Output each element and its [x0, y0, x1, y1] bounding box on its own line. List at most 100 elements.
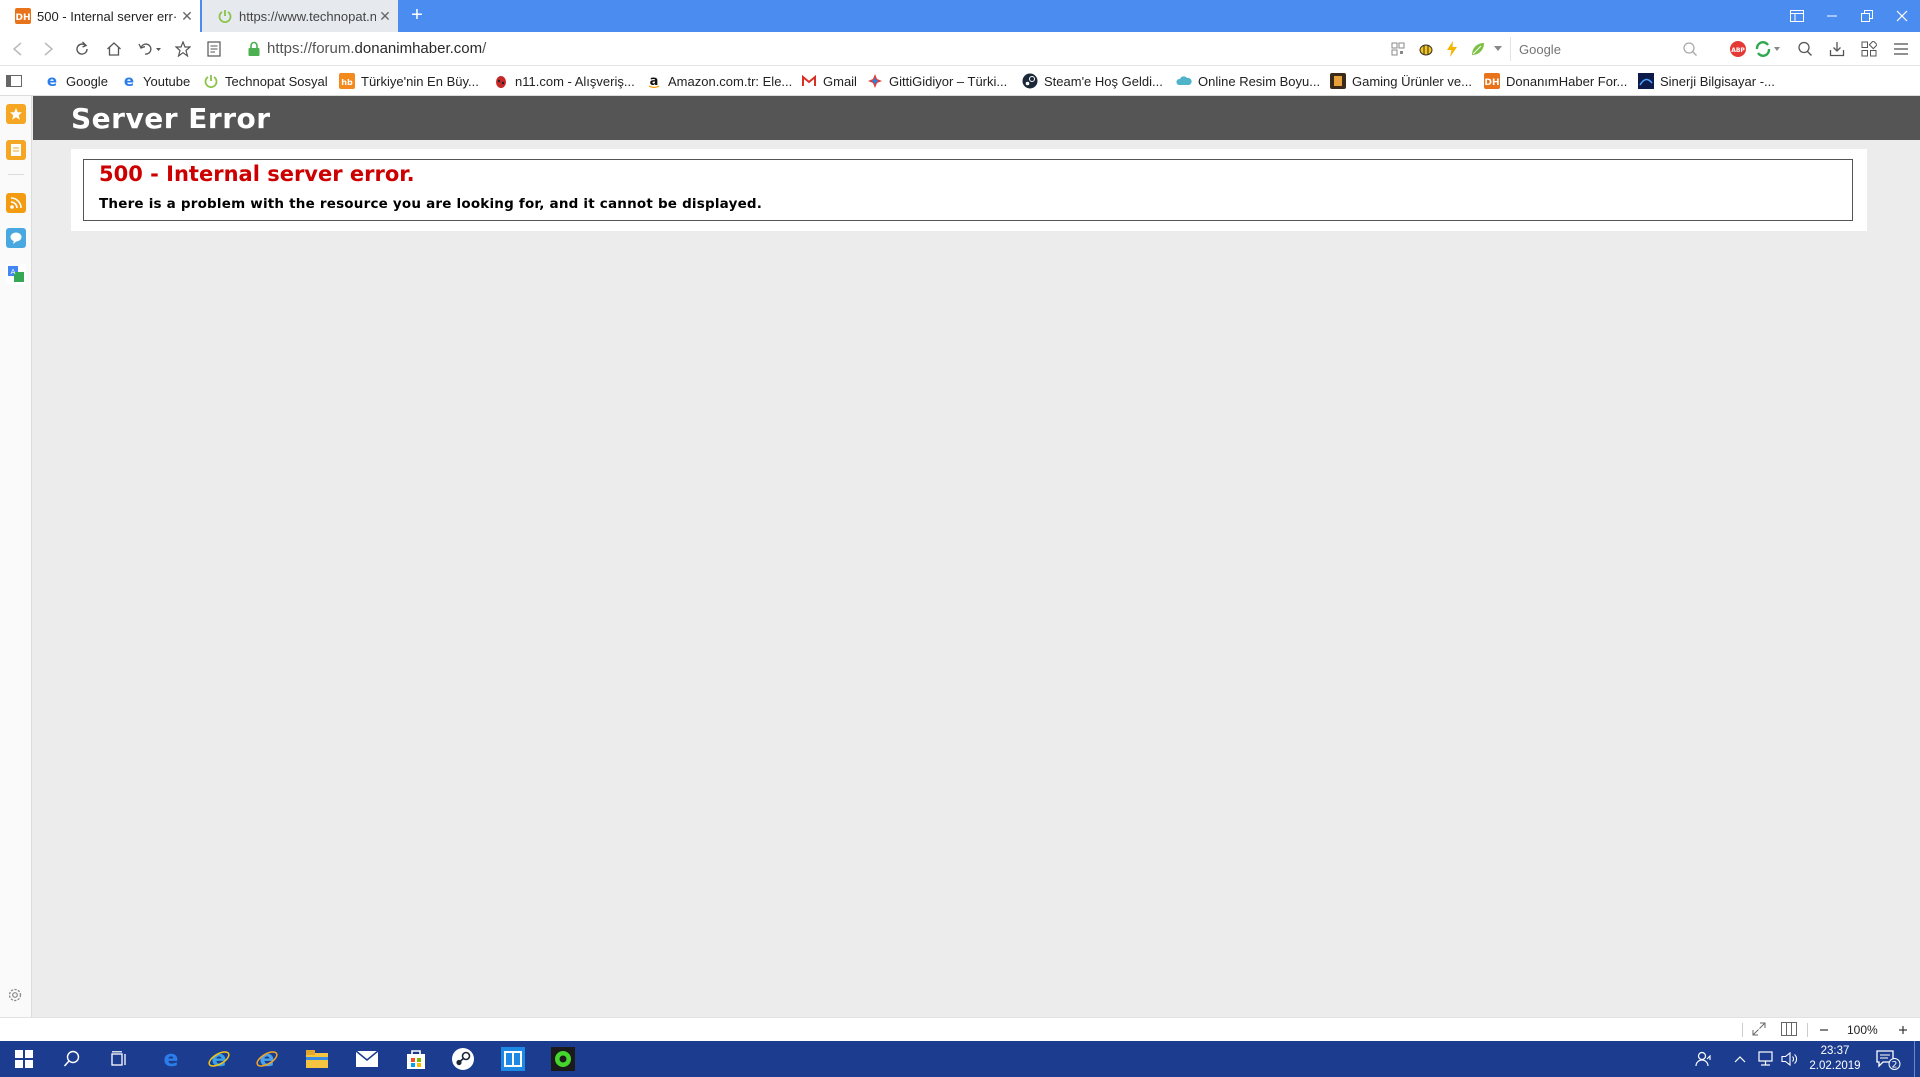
app-window-icon[interactable] — [489, 1041, 537, 1077]
people-icon[interactable] — [1680, 1041, 1728, 1077]
show-desktop-button[interactable] — [1914, 1041, 1915, 1077]
cloud-icon — [1176, 73, 1192, 89]
tab-inactive[interactable]: https://www.technopat.n· ✕ — [202, 0, 398, 32]
reload-button[interactable] — [70, 37, 94, 61]
bookmark-item[interactable]: e Youtube — [121, 72, 190, 90]
status-bar: 100% — [0, 1017, 1920, 1041]
address-bar-url[interactable]: https://forum.donanimhaber.com/ — [267, 40, 486, 57]
tab-active[interactable]: DH 500 - Internal server err· ✕ — [0, 0, 200, 32]
rss-icon[interactable] — [6, 193, 26, 213]
leaf-extension-icon[interactable] — [1466, 37, 1490, 61]
razer-icon[interactable] — [539, 1041, 587, 1077]
error-description: There is a problem with the resource you… — [99, 196, 763, 212]
search-input[interactable] — [1519, 39, 1679, 59]
sidebar-toggle-icon[interactable] — [1780, 0, 1814, 32]
network-icon[interactable] — [1752, 1041, 1778, 1077]
steam-icon — [1022, 73, 1038, 89]
reading-mode-button[interactable] — [202, 37, 226, 61]
chevron-up-icon[interactable] — [1730, 1041, 1750, 1077]
search-icon[interactable] — [48, 1041, 96, 1077]
system-clock[interactable]: 23:37 2.02.2019 — [1804, 1044, 1866, 1074]
sync-icon[interactable] — [1752, 37, 1784, 61]
bookmark-star-button[interactable] — [171, 37, 195, 61]
svg-text:e: e — [260, 1047, 275, 1071]
qr-code-icon[interactable] — [1386, 37, 1410, 61]
tab-close-icon[interactable]: ✕ — [376, 8, 394, 25]
file-explorer-icon[interactable] — [293, 1041, 341, 1077]
user-center-icon[interactable] — [1793, 37, 1817, 61]
svg-text:e: e — [212, 1047, 227, 1071]
close-window-icon[interactable] — [1885, 0, 1919, 32]
navigation-bar: https://forum.donanimhaber.com/ ABP — [0, 32, 1920, 66]
gaming-icon — [1330, 73, 1346, 89]
bookmark-item[interactable]: Technopat Sosyal — [203, 72, 328, 90]
bee-extension-icon[interactable] — [1414, 37, 1438, 61]
bookmark-label: Technopat Sosyal — [225, 73, 328, 89]
restore-icon[interactable] — [1850, 0, 1884, 32]
error-content-box: 500 - Internal server error. There is a … — [71, 149, 1867, 231]
bookmark-item[interactable]: n11.com - Alışveriş... — [493, 72, 635, 90]
gmail-icon — [801, 73, 817, 89]
bookmark-item[interactable]: Sinerji Bilgisayar -... — [1638, 72, 1775, 90]
bookmark-item[interactable]: DH DonanımHaber For... — [1484, 72, 1627, 90]
svg-text:DH: DH — [1484, 78, 1499, 88]
extensions-dropdown-icon[interactable] — [1490, 37, 1506, 61]
bookmark-item[interactable]: Steam'e Hoş Geldi... — [1022, 72, 1163, 90]
bookmark-item[interactable]: GittiGidiyor – Türki... — [867, 72, 1007, 90]
zoom-out-icon[interactable] — [1818, 1023, 1830, 1037]
bookmark-label: Sinerji Bilgisayar -... — [1660, 73, 1775, 89]
bookmark-item[interactable]: Gmail — [801, 72, 857, 90]
home-button[interactable] — [102, 37, 126, 61]
bookmark-label: Amazon.com.tr: Ele... — [668, 73, 793, 89]
mail-icon[interactable] — [343, 1041, 391, 1077]
notes-icon[interactable] — [6, 140, 26, 160]
windows-taskbar: e e e 23:37 2.02.2019 2 — [0, 1041, 1920, 1077]
menu-icon[interactable] — [1889, 37, 1913, 61]
edge-browser-icon[interactable]: e — [147, 1041, 195, 1077]
back-button[interactable] — [6, 37, 30, 61]
forward-button[interactable] — [36, 37, 60, 61]
bookmarks-sidebar-toggle-icon[interactable] — [6, 72, 22, 90]
settings-gear-icon[interactable] — [7, 987, 23, 1003]
svg-text:e: e — [164, 1048, 179, 1070]
hepsiburada-icon: hb — [339, 73, 355, 89]
action-center-icon[interactable]: 2 — [1870, 1041, 1906, 1077]
minimize-icon[interactable] — [1815, 0, 1849, 32]
steam-icon[interactable] — [439, 1041, 487, 1077]
translate-icon[interactable]: A — [6, 264, 26, 284]
bookmark-label: Gmail — [823, 73, 857, 89]
page-header: Server Error — [33, 96, 1920, 140]
chat-bubble-icon[interactable] — [6, 228, 26, 248]
bookmark-item[interactable]: Gaming Ürünler ve... — [1330, 72, 1472, 90]
browser-app-icon[interactable]: e — [243, 1041, 291, 1077]
tab-close-icon[interactable]: ✕ — [178, 8, 196, 25]
volume-icon[interactable] — [1777, 1041, 1803, 1077]
bookmark-label: Online Resim Boyu... — [1198, 73, 1321, 89]
new-tab-button[interactable]: + — [404, 4, 430, 28]
download-icon[interactable] — [1825, 37, 1849, 61]
task-view-icon[interactable] — [96, 1041, 144, 1077]
zoom-level[interactable]: 100% — [1847, 1023, 1878, 1037]
page-content: Server Error 500 - Internal server error… — [33, 96, 1920, 1017]
adblock-icon[interactable]: ABP — [1726, 37, 1750, 61]
amazon-icon: a — [646, 73, 662, 89]
donanimhaber-dh-icon: DH — [1484, 73, 1500, 89]
svg-text:ABP: ABP — [1731, 47, 1745, 54]
bookmark-item[interactable]: Online Resim Boyu... — [1176, 72, 1320, 90]
bookmark-item[interactable]: e Google — [44, 72, 108, 90]
windows-start-icon[interactable] — [0, 1041, 48, 1077]
favorites-star-icon[interactable] — [6, 104, 26, 124]
zoom-in-icon[interactable] — [1897, 1023, 1909, 1037]
lightning-icon[interactable] — [1440, 37, 1464, 61]
search-icon[interactable] — [1682, 41, 1698, 57]
undo-close-tab-button[interactable] — [134, 37, 166, 61]
fullscreen-icon[interactable] — [1752, 1022, 1766, 1036]
split-screen-icon[interactable] — [1781, 1022, 1797, 1036]
donanimhaber-dh-icon: DH — [15, 8, 31, 24]
bookmark-item[interactable]: hb Türkiye'nin En Büy... — [339, 72, 479, 90]
error-title: 500 - Internal server error. — [99, 162, 415, 186]
bookmark-item[interactable]: a Amazon.com.tr: Ele... — [646, 72, 792, 90]
apps-grid-icon[interactable] — [1857, 37, 1881, 61]
internet-explorer-icon[interactable]: e — [195, 1041, 243, 1077]
store-icon[interactable] — [392, 1041, 440, 1077]
